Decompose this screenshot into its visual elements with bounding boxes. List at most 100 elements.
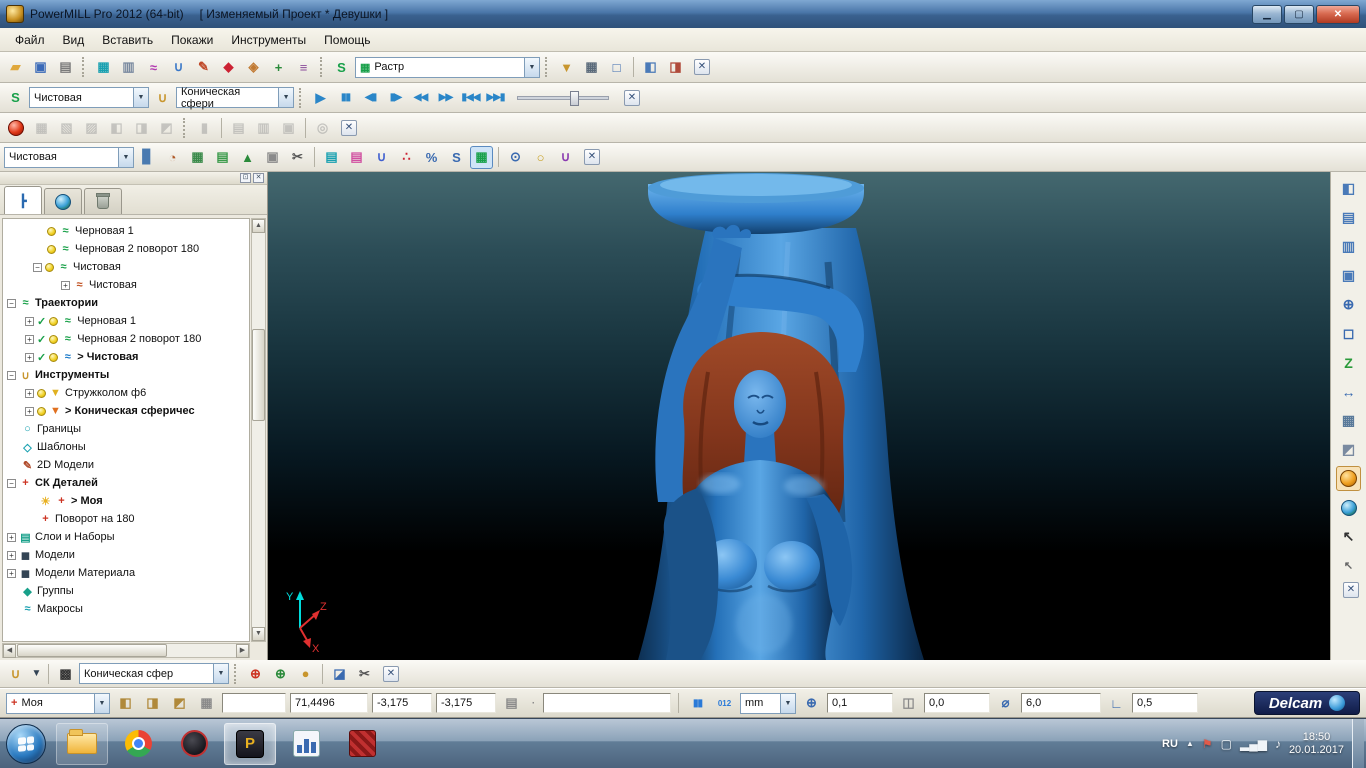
tool-holder-icon[interactable] (54, 662, 77, 685)
visibility-bulb-icon[interactable] (49, 352, 59, 362)
shade-toggle-icon[interactable] (529, 146, 552, 169)
pin-icon[interactable] (527, 692, 539, 715)
visibility-bulb-icon[interactable] (37, 388, 46, 398)
ruler-digits-icon[interactable]: 012 (713, 692, 736, 715)
tree-category-workplanes[interactable]: − СК Деталей (3, 474, 249, 492)
cursor-icon[interactable] (1336, 524, 1361, 549)
minimize-button[interactable]: ▁ (1252, 4, 1282, 24)
viewmill-tool-colour-icon[interactable] (130, 116, 153, 139)
menu-insert[interactable]: Вставить (93, 30, 162, 50)
taskbar-explorer-button[interactable] (56, 722, 108, 765)
tree-category-groups[interactable]: Группы (3, 582, 249, 600)
visibility-bulb-icon[interactable] (47, 226, 56, 236)
taskbar-powermill-button[interactable]: P (224, 722, 276, 765)
tab-recycle-bin[interactable] (84, 188, 122, 214)
monitor-icon[interactable] (605, 56, 628, 79)
search-back-icon[interactable] (409, 86, 432, 109)
panel-float-button[interactable]: ⊡ (240, 173, 251, 183)
tree-category-toolpaths[interactable]: − Траектории (3, 294, 249, 312)
tree-item[interactable]: Черновая 2 поворот 180 (3, 240, 249, 258)
taskbar-media-button[interactable] (168, 723, 220, 765)
notification-flag-icon[interactable]: ⚑ (1202, 737, 1213, 751)
settings-calc-icon[interactable] (186, 146, 209, 169)
tree-item[interactable]: − Чистовая (3, 258, 249, 276)
viewmill-plain-shade-icon[interactable] (55, 116, 78, 139)
chevron-down-icon[interactable]: ▼ (118, 147, 133, 167)
block-icon[interactable] (92, 56, 115, 79)
page-icon[interactable] (500, 692, 523, 715)
tool-shade-icon[interactable] (294, 662, 317, 685)
show-desktop-button[interactable] (1352, 718, 1364, 768)
menu-display[interactable]: Покажи (162, 30, 222, 50)
wireframe-globe-icon[interactable] (1336, 495, 1361, 520)
rapid-toggle-icon[interactable] (686, 692, 709, 715)
tree-expander[interactable]: + (25, 352, 34, 362)
pattern-icon[interactable] (217, 56, 240, 79)
search-forward-icon[interactable] (434, 86, 457, 109)
notes-icon[interactable] (211, 146, 234, 169)
toolbar-drag-handle[interactable] (299, 87, 304, 108)
go-to-end-icon[interactable] (484, 86, 507, 109)
view-from-z-icon[interactable] (1336, 350, 1361, 375)
copy-toolpath-icon[interactable] (261, 146, 284, 169)
machine-tool-icon[interactable] (664, 56, 687, 79)
toolpath-icon[interactable] (142, 56, 165, 79)
scroll-down-icon[interactable]: ▼ (252, 627, 265, 641)
tree-item[interactable]: + Стружколом ф6 (3, 384, 249, 402)
workplane-icon[interactable] (267, 56, 290, 79)
previous-view-icon[interactable] (1336, 234, 1361, 259)
tool-menu-chevron-icon[interactable] (29, 662, 43, 685)
drilling-strategy-icon[interactable] (395, 146, 418, 169)
units-combo[interactable]: mm ▼ (740, 692, 796, 714)
park-icon[interactable] (236, 146, 259, 169)
tree-expander[interactable]: + (7, 568, 16, 578)
statistics-icon[interactable] (161, 146, 184, 169)
tree-item-active-tool[interactable]: + > Коническая сферичес (3, 402, 249, 420)
toolbar-close-icon[interactable]: ✕ (694, 59, 710, 75)
step-back-icon[interactable] (359, 86, 382, 109)
menu-help[interactable]: Помощь (315, 30, 379, 50)
tool-combo[interactable]: Коническая сфер ▼ (79, 663, 229, 684)
toolbar-drag-handle[interactable] (545, 57, 550, 77)
tip-radius-field[interactable]: 0,5 (1132, 693, 1198, 713)
simulation-toolpath-combo[interactable]: Чистовая ▼ (29, 87, 149, 108)
volume-tray-icon[interactable]: ♪ (1275, 737, 1281, 751)
refresh-view-icon[interactable] (1336, 205, 1361, 230)
viewmill-clamp-icon[interactable] (193, 116, 216, 139)
viewmill-no-image-icon[interactable] (30, 116, 53, 139)
active-toolpath-combo[interactable]: Чистовая ▼ (4, 146, 134, 168)
feeds-icon[interactable] (420, 146, 443, 169)
toolbar-close-icon[interactable]: ✕ (584, 149, 600, 165)
visibility-bulb-icon[interactable] (49, 334, 59, 344)
workplane-block-icon[interactable] (141, 692, 164, 715)
tree-expander[interactable]: + (25, 406, 34, 416)
viewmill-rainbow-icon[interactable] (105, 116, 128, 139)
network-tray-icon[interactable]: ▂▄▆ (1240, 737, 1267, 751)
play-icon[interactable] (309, 86, 332, 109)
active-strategy-icon[interactable] (470, 145, 493, 169)
viewmill-toggle-icon[interactable] (8, 119, 24, 136)
cut-toolpath-icon[interactable] (286, 146, 309, 169)
nc-programs-icon[interactable] (330, 56, 353, 79)
tree-item-active-workplane[interactable]: > Моя (3, 492, 249, 510)
nc-program-combo[interactable]: ▦ Растр ▼ (355, 56, 540, 78)
resize-view-icon[interactable] (1336, 176, 1361, 201)
scrollbar-thumb[interactable] (252, 329, 265, 421)
tree-category-2dmodels[interactable]: 2D Модели (3, 456, 249, 474)
visibility-bulb-icon[interactable] (47, 244, 56, 254)
close-button[interactable]: ✕ (1316, 4, 1360, 24)
batch-process-icon[interactable] (136, 146, 159, 169)
tree-expander[interactable]: + (25, 334, 34, 344)
taskbar-pattern-button[interactable] (336, 723, 388, 765)
tool-icon[interactable] (167, 56, 190, 79)
taskbar-chrome-button[interactable] (112, 723, 164, 765)
levels-icon[interactable] (292, 56, 315, 79)
open-project-icon[interactable] (4, 56, 27, 79)
toolbar-drag-handle[interactable] (320, 57, 325, 77)
raster-strategy-icon[interactable] (320, 146, 343, 169)
erase-tool-icon[interactable] (328, 662, 351, 685)
simulation-speed-slider[interactable] (517, 90, 609, 106)
scroll-up-icon[interactable]: ▲ (252, 219, 265, 233)
toolbar-drag-handle[interactable] (234, 663, 239, 684)
tree-category-patterns[interactable]: Шаблоны (3, 438, 249, 456)
